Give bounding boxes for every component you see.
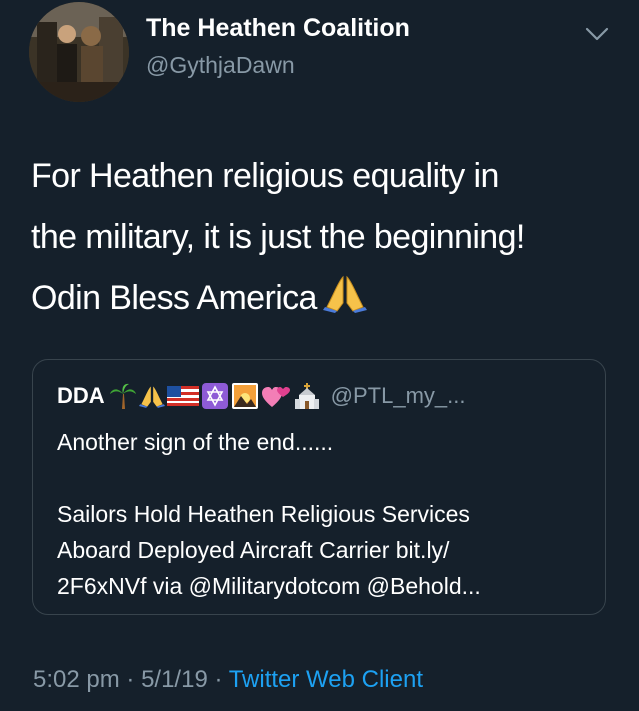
quoted-text-line: 2F6xNVf via @Militarydotcom @Behold...: [57, 573, 481, 599]
tweet-text-line: the military, it is just the beginning!: [31, 218, 525, 256]
quoted-tweet[interactable]: DDA @PTL_my_... Another sign of the end.…: [32, 359, 606, 615]
tweet-text-line: For Heathen religious equality in: [31, 157, 499, 195]
tweet-date[interactable]: 5/1/19: [141, 666, 208, 693]
praying-hands-icon: [138, 386, 165, 408]
us-flag-icon: [166, 386, 199, 406]
tweet-time[interactable]: 5:02 pm: [33, 666, 120, 693]
quoted-tweet-text: Another sign of the end...... Sailors Ho…: [57, 424, 587, 604]
avatar[interactable]: [29, 2, 129, 102]
chevron-down-icon[interactable]: [584, 24, 610, 44]
display-name[interactable]: The Heathen Coalition: [146, 14, 410, 43]
emoji-row: [109, 382, 323, 410]
church-icon: [294, 383, 319, 409]
tweet-source-client[interactable]: Twitter Web Client: [229, 666, 423, 693]
quoted-text-line: Aboard Deployed Aircraft Carrier bit.ly/: [57, 537, 450, 563]
tweet-metadata: 5:02 pm · 5/1/19 · Twitter Web Client: [33, 666, 423, 694]
tweet-text: For Heathen religious equality in the mi…: [31, 146, 621, 333]
meta-separator: ·: [214, 666, 223, 693]
quoted-text-line: Another sign of the end......: [57, 429, 334, 455]
quoted-username-handle: @PTL_my_...: [330, 383, 466, 408]
username-handle[interactable]: @GythjaDawn: [146, 52, 295, 79]
quoted-display-name: DDA: [57, 383, 105, 408]
tweet-text-line: Odin Bless America: [31, 268, 621, 333]
star-of-david-icon: [201, 383, 228, 409]
praying-hands-icon: [322, 272, 367, 333]
quoted-tweet-header: DDA @PTL_my_...: [57, 380, 466, 412]
meta-separator: ·: [126, 666, 135, 693]
sunrise-icon: [231, 383, 258, 409]
tweet: The Heathen Coalition @GythjaDawn For He…: [0, 0, 639, 711]
hearts-icon: [261, 387, 290, 407]
quoted-text-line: Sailors Hold Heathen Religious Services: [57, 501, 470, 527]
palm-tree-icon: [109, 383, 136, 409]
